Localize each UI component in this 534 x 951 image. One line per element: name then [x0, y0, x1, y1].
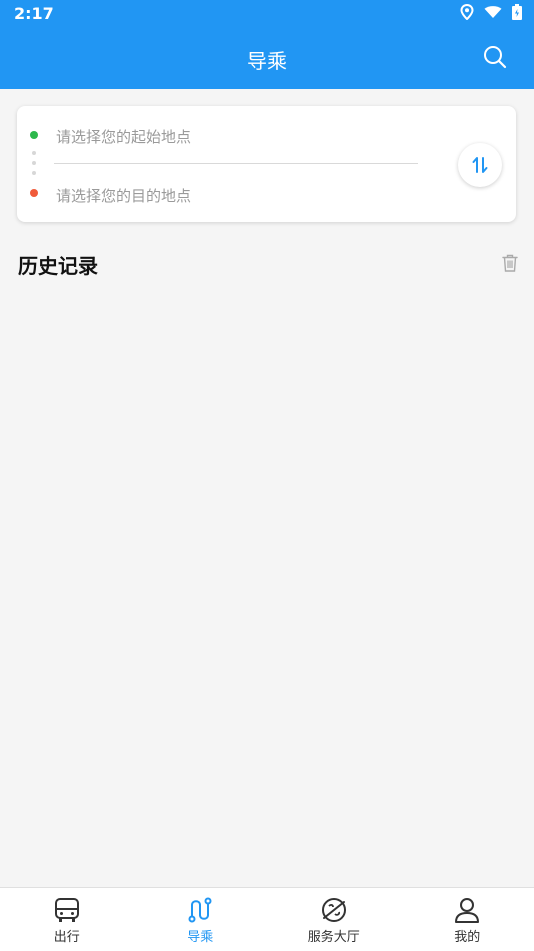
- connector-dots: [32, 151, 36, 179]
- destination-input[interactable]: 请选择您的目的地点: [56, 185, 191, 206]
- search-button[interactable]: [482, 44, 508, 70]
- swap-icon: [471, 155, 489, 175]
- search-icon: [482, 44, 508, 70]
- nav-label: 出行: [54, 926, 80, 945]
- route-icon: [186, 896, 214, 924]
- nav-label: 导乘: [187, 926, 213, 945]
- field-divider: [54, 163, 418, 164]
- nav-item-mine[interactable]: 我的: [401, 888, 534, 951]
- app-bar: 2:17 导乘: [0, 0, 534, 89]
- bus-icon: [53, 896, 81, 924]
- status-icons: [460, 4, 522, 20]
- user-icon: [453, 896, 481, 924]
- route-planner-card: 请选择您的起始地点 请选择您的目的地点: [17, 106, 516, 222]
- bottom-navigation: 出行 导乘 服务大厅 我的: [0, 887, 534, 951]
- wifi-icon: [484, 5, 502, 19]
- start-dot-icon: [30, 131, 38, 139]
- clear-history-button[interactable]: [502, 254, 518, 272]
- planet-icon: [320, 896, 348, 924]
- page-title: 导乘: [0, 45, 534, 74]
- nav-item-travel[interactable]: 出行: [0, 888, 134, 951]
- nav-item-guide[interactable]: 导乘: [134, 888, 268, 951]
- trash-icon: [502, 254, 518, 272]
- swap-locations-button[interactable]: [458, 143, 502, 187]
- history-title: 历史记录: [18, 250, 98, 279]
- end-dot-icon: [30, 189, 38, 197]
- battery-icon: [512, 4, 522, 20]
- nav-label: 服务大厅: [308, 926, 360, 945]
- location-icon: [460, 4, 474, 20]
- nav-label: 我的: [454, 926, 480, 945]
- nav-item-service-hall[interactable]: 服务大厅: [267, 888, 401, 951]
- start-location-input[interactable]: 请选择您的起始地点: [56, 126, 191, 147]
- status-time: 2:17: [14, 4, 54, 23]
